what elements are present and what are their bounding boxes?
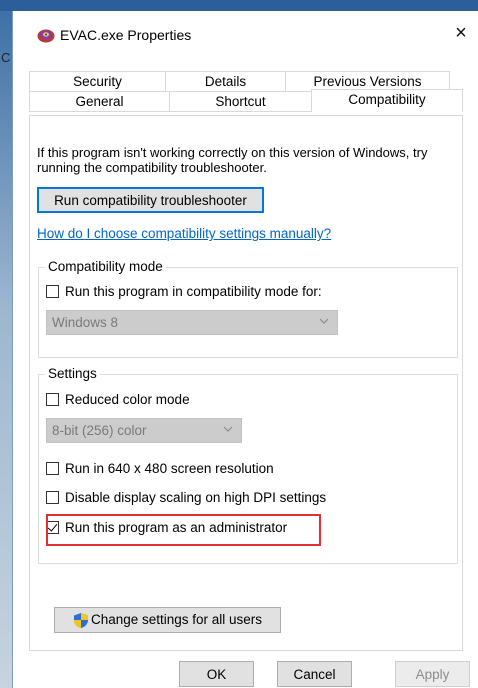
cancel-button[interactable]: Cancel — [277, 661, 352, 687]
dpi-scaling-checkbox[interactable] — [46, 490, 59, 504]
compat-mode-group: Compatibility mode Run this program in c… — [38, 259, 458, 358]
chevron-down-icon — [223, 426, 233, 432]
color-depth-value: 8-bit (256) color — [52, 423, 147, 438]
compat-mode-legend: Compatibility mode — [45, 259, 166, 274]
window-title: EVAC.exe Properties — [60, 27, 192, 43]
resolution-row[interactable]: Run in 640 x 480 screen resolution — [46, 459, 274, 477]
tab-general[interactable]: General — [29, 91, 170, 112]
tab-shortcut[interactable]: Shortcut — [169, 91, 312, 112]
color-depth-select[interactable]: 8-bit (256) color — [46, 418, 242, 443]
compat-os-select[interactable]: Windows 8 — [46, 310, 338, 335]
change-all-users-button[interactable]: Change settings for all users — [54, 607, 281, 633]
apply-button[interactable]: Apply — [395, 661, 470, 687]
tab-details[interactable]: Details — [165, 71, 286, 92]
compatibility-panel: If this program isn't working correctly … — [29, 115, 463, 651]
chevron-down-icon — [319, 318, 329, 324]
ok-button[interactable]: OK — [179, 661, 254, 687]
desktop-top-bar — [0, 0, 478, 11]
compat-mode-checkbox[interactable] — [46, 284, 59, 298]
reduced-color-label: Reduced color mode — [65, 391, 190, 407]
help-link[interactable]: How do I choose compatibility settings m… — [37, 226, 331, 241]
properties-dialog: EVAC.exe Properties × Security Details P… — [12, 11, 478, 688]
tab-compatibility[interactable]: Compatibility — [311, 89, 463, 112]
app-icon — [37, 29, 55, 43]
title-bar[interactable]: EVAC.exe Properties × — [13, 11, 478, 57]
reduced-color-checkbox[interactable] — [46, 392, 59, 406]
uac-shield-icon — [73, 612, 88, 628]
close-button[interactable]: × — [451, 23, 471, 43]
compat-mode-row[interactable]: Run this program in compatibility mode f… — [46, 282, 322, 300]
settings-legend: Settings — [45, 366, 100, 381]
dpi-scaling-label: Disable display scaling on high DPI sett… — [65, 489, 327, 505]
run-troubleshooter-button[interactable]: Run compatibility troubleshooter — [37, 187, 264, 213]
desktop-background: C — [0, 0, 478, 688]
highlight-box — [46, 514, 321, 546]
description-text: If this program isn't working correctly … — [37, 145, 428, 175]
reduced-color-row[interactable]: Reduced color mode — [46, 390, 190, 408]
compat-os-value: Windows 8 — [52, 315, 119, 330]
dpi-scaling-row[interactable]: Disable display scaling on high DPI sett… — [46, 488, 326, 506]
change-all-users-label: Change settings for all users — [90, 611, 263, 627]
resolution-label: Run in 640 x 480 screen resolution — [65, 460, 274, 476]
tab-security[interactable]: Security — [29, 71, 166, 92]
compat-mode-label: Run this program in compatibility mode f… — [65, 283, 322, 299]
resolution-checkbox[interactable] — [46, 461, 59, 475]
desktop-edge-letter: C — [1, 50, 11, 65]
